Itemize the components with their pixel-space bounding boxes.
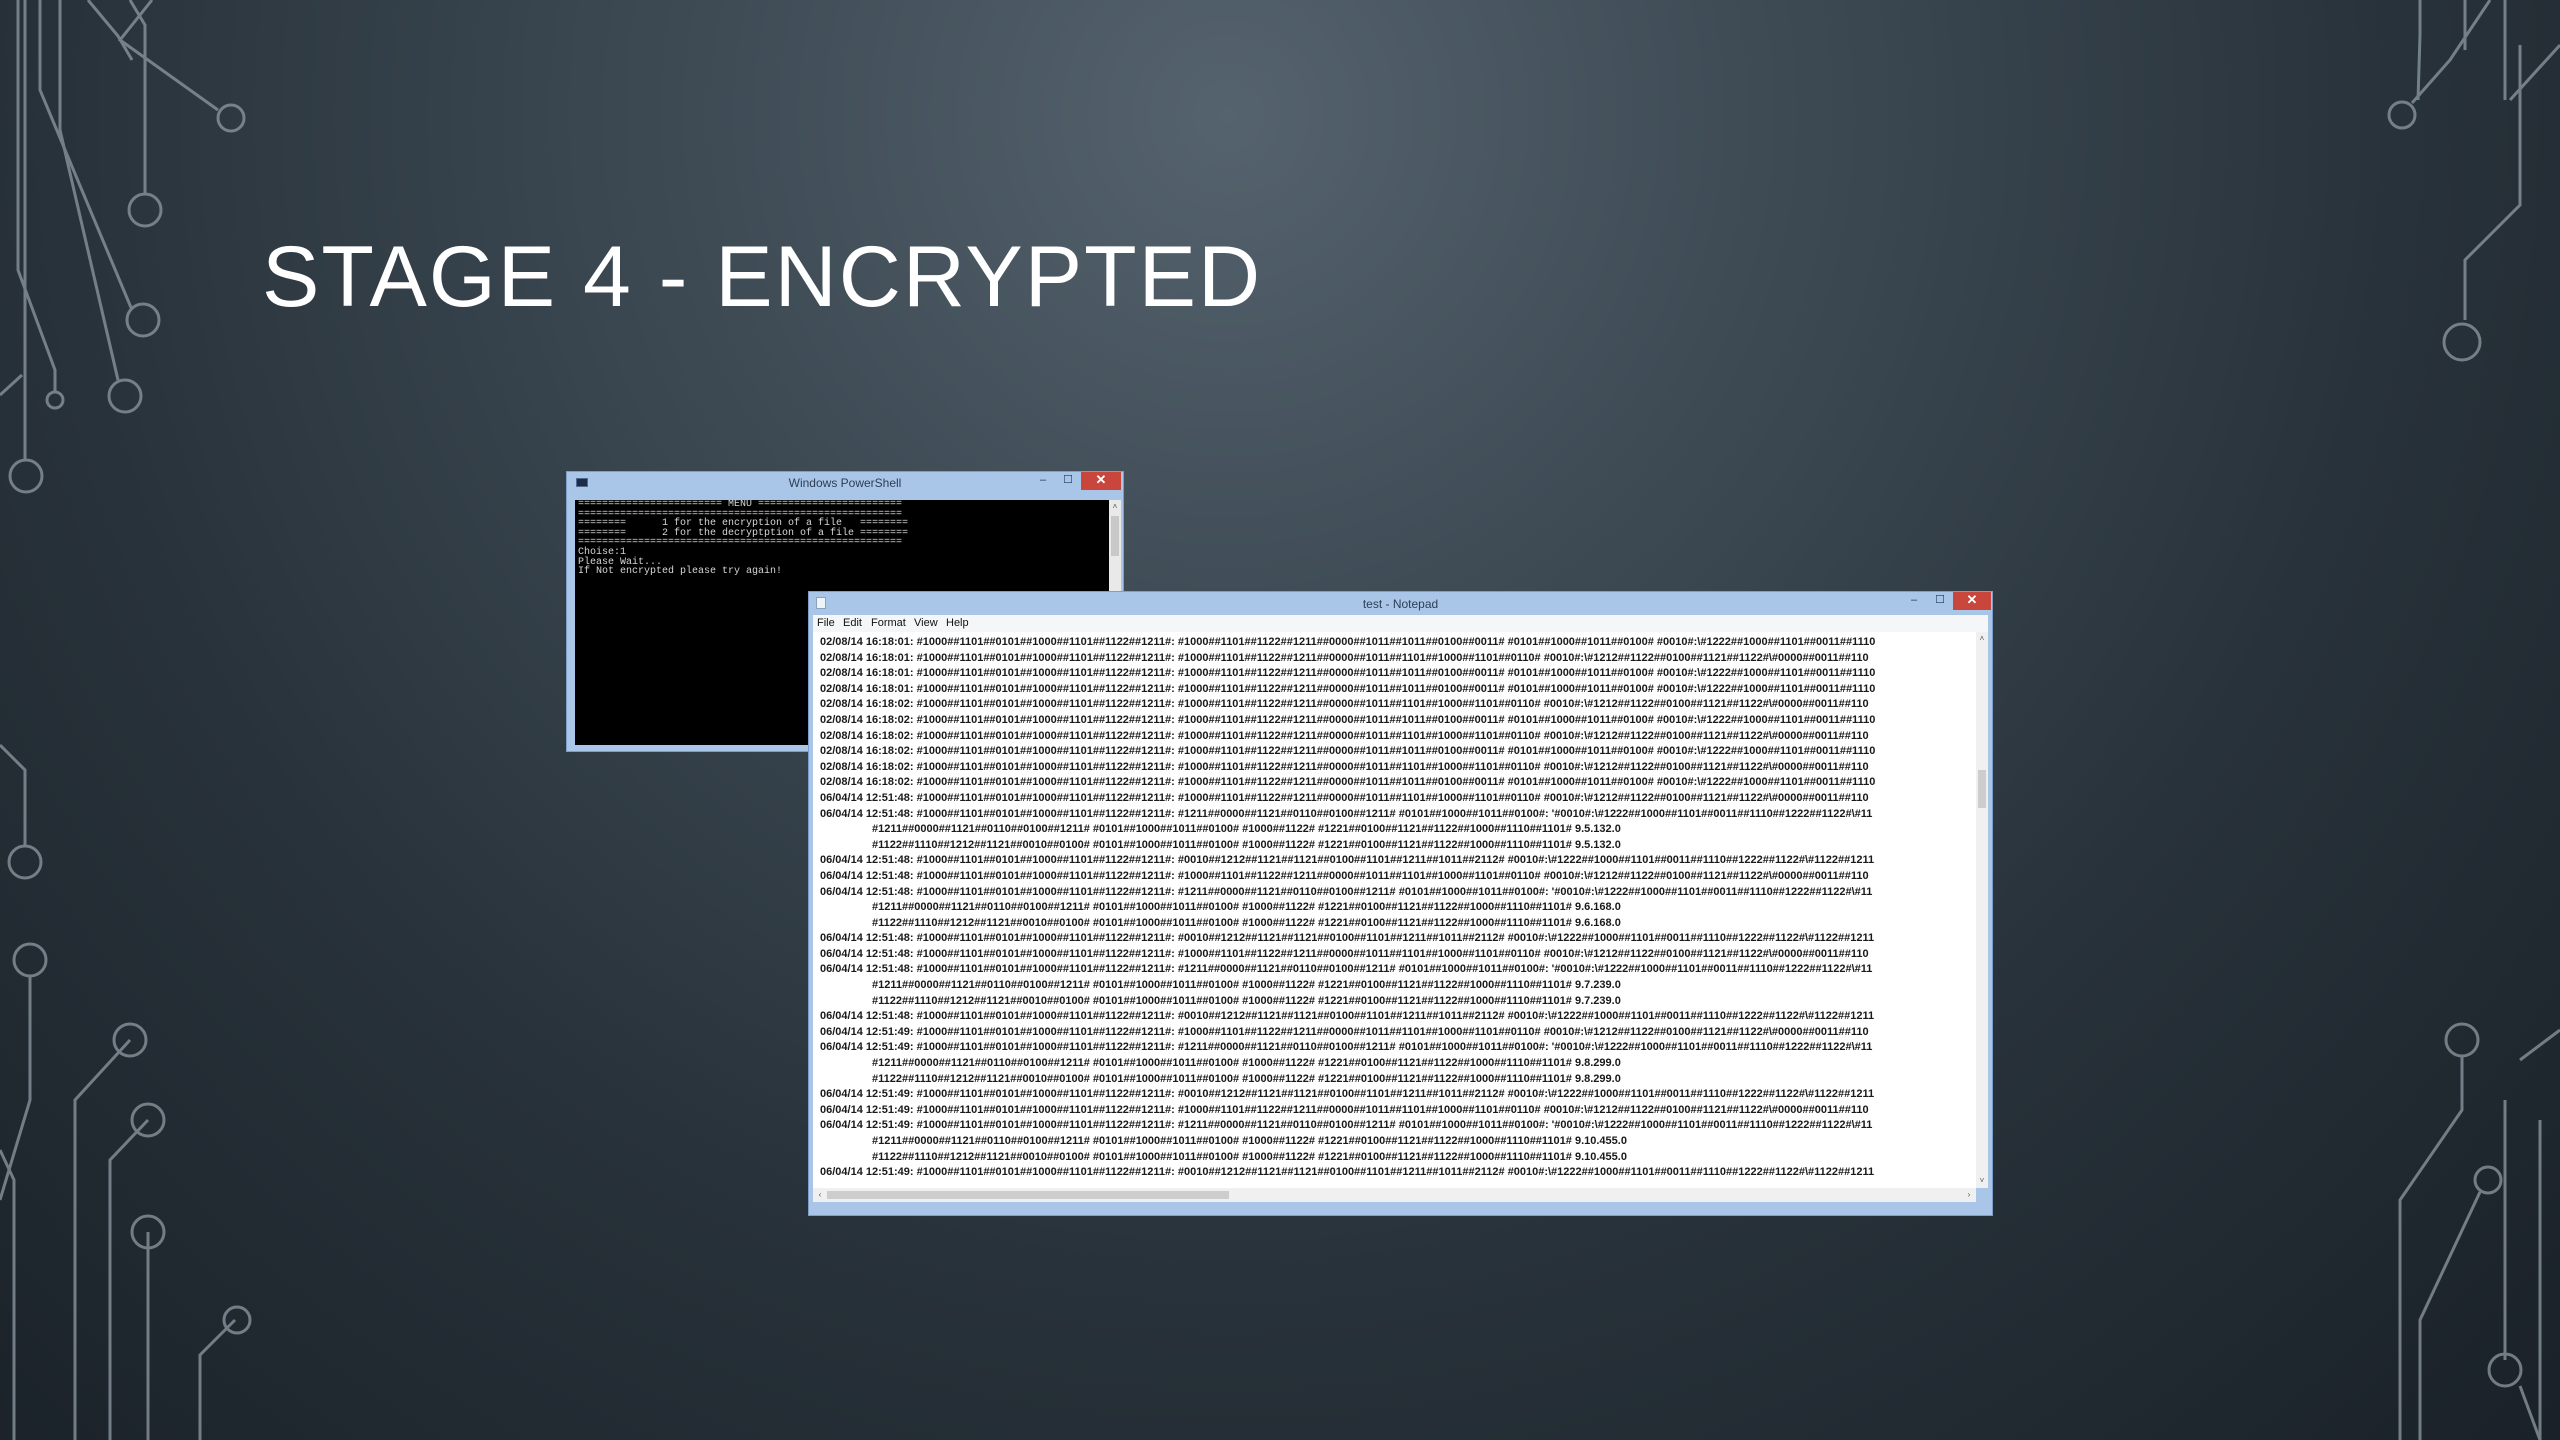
log-line: #1211##0000##1121##0110##0100##1211# #01… bbox=[872, 823, 1621, 836]
log-line: 02/08/14 16:18:02: #1000##1101##0101##10… bbox=[820, 776, 1876, 789]
log-line: 06/04/14 12:51:48: #1000##1101##0101##10… bbox=[820, 1010, 1875, 1023]
menu-format[interactable]: Format bbox=[871, 617, 906, 629]
log-line: 06/04/14 12:51:48: #1000##1101##0101##10… bbox=[820, 963, 1873, 976]
scroll-up-arrow-icon[interactable]: ˄ bbox=[1110, 502, 1120, 512]
close-button[interactable]: ✕ bbox=[1953, 592, 1991, 610]
maximize-button[interactable]: ☐ bbox=[1055, 472, 1081, 490]
log-line: #1211##0000##1121##0110##0100##1211# #01… bbox=[872, 901, 1621, 914]
scroll-down-arrow-icon[interactable]: ˅ bbox=[1976, 1176, 1988, 1186]
log-line: #1122##1110##1212##1121##0010##0100# #01… bbox=[872, 838, 1621, 851]
log-line: 02/08/14 16:18:02: #1000##1101##0101##10… bbox=[820, 745, 1876, 758]
log-line: #1122##1110##1212##1121##0010##0100# #01… bbox=[872, 1072, 1621, 1085]
notepad-title: test - Notepad bbox=[1362, 597, 1439, 611]
log-line: 02/08/14 16:18:01: #1000##1101##0101##10… bbox=[820, 651, 1869, 664]
log-line: 06/04/14 12:51:49: #1000##1101##0101##10… bbox=[820, 1119, 1873, 1132]
log-line: #1211##0000##1121##0110##0100##1211# #01… bbox=[872, 1057, 1621, 1070]
console-line: If Not encrypted please try again! bbox=[578, 566, 783, 578]
powershell-titlebar[interactable]: Windows PowerShell – ☐ ✕ bbox=[567, 472, 1123, 494]
log-line: #1211##0000##1121##0110##0100##1211# #01… bbox=[872, 1135, 1627, 1147]
log-line: 06/04/14 12:51:49: #1000##1101##0101##10… bbox=[820, 1103, 1869, 1116]
maximize-button[interactable]: ☐ bbox=[1927, 592, 1953, 610]
log-line: #1122##1110##1212##1121##0010##0100# #01… bbox=[872, 994, 1621, 1007]
log-line: 06/04/14 12:51:48: #1000##1101##0101##10… bbox=[820, 869, 1869, 882]
log-line: 06/04/14 12:51:49: #1000##1101##0101##10… bbox=[820, 1088, 1875, 1101]
menu-file[interactable]: File bbox=[817, 617, 835, 629]
scroll-up-arrow-icon[interactable]: ˄ bbox=[1976, 634, 1988, 644]
notepad-text-area[interactable]: 02/08/14 16:18:01: #1000##1101##0101##10… bbox=[813, 632, 1976, 1188]
log-line: #1211##0000##1121##0110##0100##1211# #01… bbox=[872, 979, 1621, 992]
scrollbar-thumb[interactable] bbox=[1111, 516, 1119, 556]
log-line: 02/08/14 16:18:02: #1000##1101##0101##10… bbox=[820, 729, 1869, 742]
log-line: 06/04/14 12:51:49: #1000##1101##0101##10… bbox=[820, 1041, 1873, 1054]
log-line: 06/04/14 12:51:48: #1000##1101##0101##10… bbox=[820, 947, 1869, 960]
console-line: ========================================… bbox=[578, 537, 903, 549]
log-line: #1122##1110##1212##1121##0010##0100# #01… bbox=[872, 916, 1621, 929]
scrollbar-thumb[interactable] bbox=[1978, 770, 1986, 808]
minimize-button[interactable]: – bbox=[1901, 592, 1927, 610]
close-button[interactable]: ✕ bbox=[1081, 472, 1121, 490]
scroll-left-arrow-icon[interactable]: ‹ bbox=[814, 1190, 826, 1200]
notepad-lines: 02/08/14 16:18:01: #1000##1101##0101##10… bbox=[820, 635, 1970, 1181]
log-line: 06/04/14 12:51:48: #1000##1101##0101##10… bbox=[820, 932, 1875, 945]
log-line: 02/08/14 16:18:01: #1000##1101##0101##10… bbox=[820, 682, 1876, 695]
log-line: 06/04/14 12:51:48: #1000##1101##0101##10… bbox=[820, 885, 1873, 898]
vertical-scrollbar[interactable]: ˄ ˅ bbox=[1976, 632, 1988, 1188]
notepad-menubar: File Edit Format View Help bbox=[813, 615, 1988, 632]
notepad-window[interactable]: test - Notepad – ☐ ✕ File Edit Format Vi… bbox=[808, 591, 1993, 1216]
menu-view[interactable]: View bbox=[914, 617, 938, 629]
log-line: 06/04/14 12:51:48: #1000##1101##0101##10… bbox=[820, 791, 1869, 804]
log-line: 06/04/14 12:51:49: #1000##1101##0101##10… bbox=[820, 1025, 1869, 1038]
log-line: 02/08/14 16:18:02: #1000##1101##0101##10… bbox=[820, 698, 1869, 711]
menu-help[interactable]: Help bbox=[946, 617, 969, 629]
minimize-button[interactable]: – bbox=[1030, 472, 1056, 490]
log-line: 02/08/14 16:18:02: #1000##1101##0101##10… bbox=[820, 760, 1869, 773]
log-line: 06/04/14 12:51:48: #1000##1101##0101##10… bbox=[820, 807, 1873, 820]
log-line: 02/08/14 16:18:02: #1000##1101##0101##10… bbox=[820, 713, 1876, 726]
log-line: 06/04/14 12:51:49: #1000##1101##0101##10… bbox=[820, 1166, 1875, 1179]
slide-title: STAGE 4 - ENCRYPTED bbox=[262, 229, 1263, 325]
menu-edit[interactable]: Edit bbox=[843, 617, 862, 629]
horizontal-scrollbar[interactable]: ‹ › bbox=[813, 1188, 1976, 1202]
scroll-right-arrow-icon[interactable]: › bbox=[1963, 1190, 1975, 1200]
log-line: #1122##1110##1212##1121##0010##0100# #01… bbox=[872, 1150, 1627, 1163]
log-line: 02/08/14 16:18:01: #1000##1101##0101##10… bbox=[820, 636, 1876, 648]
log-line: 06/04/14 12:51:48: #1000##1101##0101##10… bbox=[820, 854, 1875, 867]
scrollbar-thumb[interactable] bbox=[827, 1191, 1229, 1199]
log-line: 02/08/14 16:18:01: #1000##1101##0101##10… bbox=[820, 667, 1876, 680]
